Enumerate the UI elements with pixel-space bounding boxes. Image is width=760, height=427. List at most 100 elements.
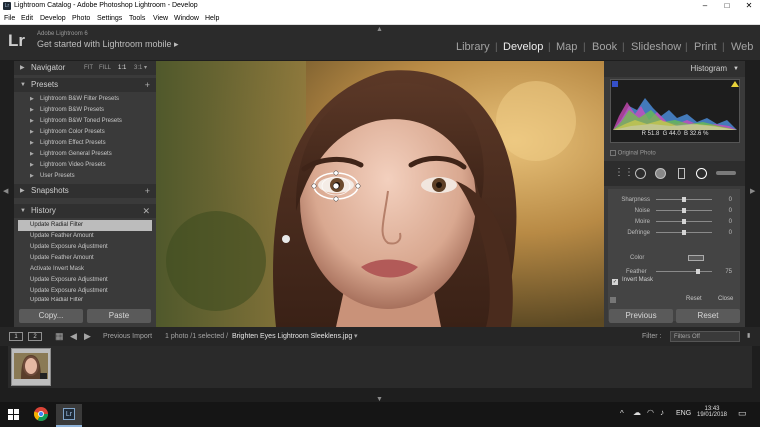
moire-slider[interactable]: Moire 0	[608, 217, 740, 227]
photo-canvas[interactable]	[156, 61, 604, 327]
adjustment-brush-icon[interactable]	[716, 171, 736, 175]
mask-close-link[interactable]: Close	[718, 296, 733, 302]
module-slideshow[interactable]: Slideshow	[631, 41, 681, 53]
volume-icon[interactable]: ♪	[660, 408, 664, 417]
photo-thumbnail[interactable]	[11, 348, 51, 386]
menu-file[interactable]: File	[4, 12, 15, 25]
filename-dropdown-icon[interactable]: ▾	[354, 327, 358, 346]
paste-settings-button[interactable]: Paste	[87, 309, 151, 323]
preset-folder[interactable]: ▶ Lightroom Effect Presets	[18, 138, 152, 149]
previous-import-source[interactable]: Previous Import	[103, 327, 152, 346]
original-photo-toggle[interactable]: Original Photo	[610, 150, 656, 157]
onedrive-icon[interactable]: ☁	[633, 408, 641, 417]
reset-button[interactable]: Reset	[676, 309, 740, 323]
menu-develop[interactable]: Develop	[40, 12, 66, 25]
add-preset-icon[interactable]: +	[145, 78, 150, 92]
module-book[interactable]: Book	[592, 41, 617, 53]
zoom-fill[interactable]: FILL	[99, 61, 111, 75]
collapse-top-chevron-icon[interactable]: ▲	[376, 26, 383, 33]
noise-slider[interactable]: Noise 0	[608, 206, 740, 216]
module-map[interactable]: Map	[556, 41, 577, 53]
slider-value[interactable]: 0	[729, 217, 732, 227]
add-snapshot-icon[interactable]: +	[145, 184, 150, 198]
graduated-filter-icon[interactable]	[678, 168, 685, 179]
filter-select[interactable]: Filters Off	[670, 331, 740, 342]
snapshots-header[interactable]: ▶ Snapshots +	[14, 184, 156, 198]
collapse-right-panel-icon[interactable]: ▶	[750, 187, 755, 195]
menu-edit[interactable]: Edit	[21, 12, 33, 25]
maximize-button[interactable]: □	[716, 0, 738, 12]
lightroom-taskbar-button[interactable]: Lr	[56, 404, 82, 427]
module-web[interactable]: Web	[731, 41, 753, 53]
module-print[interactable]: Print	[694, 41, 717, 53]
action-center-icon[interactable]: ▭	[738, 408, 747, 419]
red-eye-icon[interactable]	[655, 168, 666, 179]
grid-view-icon[interactable]: ▦	[55, 327, 64, 346]
spot-removal-icon[interactable]	[635, 168, 646, 179]
slider-value[interactable]: 0	[729, 228, 732, 238]
color-swatch[interactable]	[688, 255, 704, 261]
copy-settings-button[interactable]: Copy...	[19, 309, 83, 323]
history-item[interactable]: Update Feather Amount	[18, 231, 152, 242]
navigator-header[interactable]: ▶ Navigator FIT FILL 1:1 3:1 ▾	[14, 61, 156, 75]
menu-settings[interactable]: Settings	[97, 12, 122, 25]
slider-knob[interactable]	[682, 208, 686, 213]
slider-knob[interactable]	[682, 197, 686, 202]
windows-start-icon[interactable]	[8, 409, 19, 420]
history-header[interactable]: ▼ History ✕	[14, 204, 156, 218]
zoom-1-1[interactable]: 1:1	[118, 61, 126, 75]
invert-mask-checkbox[interactable]: ✓	[612, 279, 618, 285]
original-photo-checkbox[interactable]	[610, 150, 616, 156]
preset-folder[interactable]: ▶ Lightroom Color Presets	[18, 127, 152, 138]
wifi-icon[interactable]: ◠	[647, 408, 654, 417]
slider-track[interactable]	[656, 271, 712, 272]
minimize-button[interactable]: ‒	[694, 0, 716, 12]
history-item[interactable]: Update Radial Filter	[18, 220, 152, 231]
module-library[interactable]: Library	[456, 41, 490, 53]
preset-folder[interactable]: ▶ Lightroom B&W Toned Presets	[18, 116, 152, 127]
slider-knob[interactable]	[682, 219, 686, 224]
history-item[interactable]: Update Exposure Adjustment	[18, 242, 152, 253]
slider-value[interactable]: 0	[729, 195, 732, 205]
preset-folder[interactable]: ▶ Lightroom General Presets	[18, 149, 152, 160]
feather-value[interactable]: 75	[725, 267, 732, 277]
preset-folder[interactable]: ▶ Lightroom B&W Presets	[18, 105, 152, 116]
menu-tools[interactable]: Tools	[129, 12, 145, 25]
zoom-fit[interactable]: FIT	[84, 61, 93, 75]
defringe-slider[interactable]: Defringe 0	[608, 228, 740, 238]
zoom-3-1[interactable]: 3:1 ▾	[134, 61, 147, 75]
crop-tool-icon[interactable]: ⋮⋮	[614, 167, 634, 178]
chrome-browser-icon[interactable]	[34, 407, 48, 421]
history-item[interactable]: Update Exposure Adjustment	[18, 275, 152, 286]
mask-toggle-switch[interactable]	[610, 297, 616, 303]
slider-knob[interactable]	[682, 230, 686, 235]
secondary-window-tab[interactable]: 2	[28, 332, 42, 341]
history-item[interactable]: Update Exposure Adjustment	[18, 286, 152, 297]
histogram-collapse-icon[interactable]: ▼	[733, 61, 739, 77]
menu-window[interactable]: Window	[174, 12, 199, 25]
history-item[interactable]: Update Radial Filter	[18, 297, 152, 303]
radial-filter-icon[interactable]	[696, 168, 707, 179]
presets-header[interactable]: ▼ Presets +	[14, 78, 156, 92]
preset-folder[interactable]: ▶ Lightroom Video Presets	[18, 160, 152, 171]
main-window-tab[interactable]: 1	[9, 332, 23, 341]
slider-knob[interactable]	[696, 269, 700, 274]
feather-slider[interactable]: Feather 75	[608, 267, 740, 277]
close-window-button[interactable]: ✕	[738, 0, 760, 12]
clear-history-icon[interactable]: ✕	[142, 204, 150, 218]
menu-view[interactable]: View	[153, 12, 168, 25]
sharpness-slider[interactable]: Sharpness 0	[608, 195, 740, 205]
filename[interactable]: Brighten Eyes Lightroom Sleeklens.jpg	[232, 327, 352, 346]
menu-help[interactable]: Help	[205, 12, 219, 25]
mask-reset-link[interactable]: Reset	[686, 296, 702, 302]
module-develop[interactable]: Develop	[503, 41, 543, 53]
back-arrow-icon[interactable]: ◀	[70, 327, 77, 346]
slider-value[interactable]: 0	[729, 206, 732, 216]
forward-arrow-icon[interactable]: ▶	[84, 327, 91, 346]
taskbar-clock[interactable]: 13:43 19/01/2018	[694, 406, 730, 418]
histogram-header[interactable]: Histogram ▼	[604, 61, 745, 77]
history-item[interactable]: Activate Invert Mask	[18, 264, 152, 275]
previous-button[interactable]: Previous	[609, 309, 673, 323]
collapse-left-panel-icon[interactable]: ◀	[3, 187, 8, 195]
input-language[interactable]: ENG	[676, 410, 691, 417]
